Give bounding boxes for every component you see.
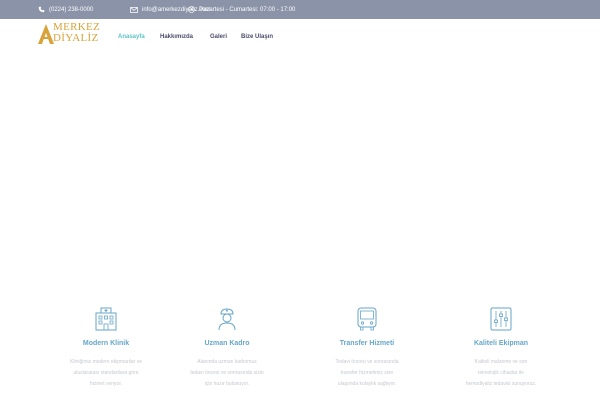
working-hours: Pazartesi - Cumartesi: 07:00 - 17:00 xyxy=(188,0,295,19)
phone-icon xyxy=(38,6,45,13)
feature-title: Modern Klinik xyxy=(82,340,130,347)
feature-description: Kaliteli malzeme ve son teknolojik cihaz… xyxy=(433,357,569,390)
top-info-bar: (0224) 238-0000 info@amerkezdiyaliz.com … xyxy=(0,0,600,19)
feature-desc-line: hemodiyaliz tedavisi sunuyoruz. xyxy=(465,381,537,387)
hours-text: Pazartesi - Cumartesi: 07:00 - 17:00 xyxy=(199,6,296,13)
phone-contact[interactable]: (0224) 238-0000 xyxy=(38,0,93,19)
feature-desc-line: Tedavi öncesi ve sonrasında xyxy=(335,359,399,365)
envelope-icon xyxy=(130,6,138,13)
phone-number: (0224) 238-0000 xyxy=(49,6,94,13)
feature-desc-line: uluslararası standartlara göre xyxy=(73,370,139,376)
nav-item-galeri[interactable]: Galeri xyxy=(210,34,227,40)
feature-desc-line: hizmet veriyor. xyxy=(89,381,123,387)
feature-desc-line: için hazır bulunuyor. xyxy=(204,381,250,387)
feature-description: Tedavi öncesi ve sonrasında transfer hiz… xyxy=(299,357,435,390)
feature-description: Alanında uzman kadromuz tedavi öncesi ve… xyxy=(159,357,295,390)
feature-title: Transfer Hizmeti xyxy=(339,340,395,347)
building-icon xyxy=(93,306,119,332)
feature-kaliteli-ekipman: Kaliteli Ekipman Kaliteli malzeme ve son… xyxy=(433,306,569,390)
feature-desc-line: Alanında uzman kadromuz xyxy=(197,359,257,365)
feature-title: Kaliteli Ekipman xyxy=(473,340,529,347)
feature-description: Kliniğimiz modern ekipmanlar ve uluslara… xyxy=(38,357,174,390)
nav-item-hakkimizda[interactable]: Hakkımızda xyxy=(160,34,193,40)
feature-desc-line: Kaliteli malzeme ve son xyxy=(474,359,528,365)
feature-transfer-hizmeti: Transfer Hizmeti Tedavi öncesi ve sonras… xyxy=(299,306,435,390)
feature-modern-klinik: Modern Klinik Kliniğimiz modern ekipmanl… xyxy=(38,306,174,390)
feature-desc-line: ulaşımda kolaylık sağlıyor. xyxy=(337,381,397,387)
feature-desc-line: teknolojik cihazlar ile xyxy=(478,370,524,376)
nav-item-bize-ulasin[interactable]: Bize Ulaşın xyxy=(241,34,273,40)
nurse-icon xyxy=(214,306,240,332)
hero-area xyxy=(0,57,600,295)
nav-item-anasayfa[interactable]: Anasayfa xyxy=(118,34,145,40)
feature-desc-line: Kliniğimiz modern ekipmanlar ve xyxy=(70,359,142,365)
logo-line-2: DİYALİZ xyxy=(53,32,99,44)
clock-icon xyxy=(188,6,195,13)
logo-text: MERKEZ DİYALİZ xyxy=(53,22,100,44)
feature-uzman-kadro: Uzman Kadro Alanında uzman kadromuz teda… xyxy=(159,306,295,390)
feature-desc-line: transfer hizmetimiz size xyxy=(340,370,394,376)
equalizer-icon xyxy=(488,306,514,332)
site-header: MERKEZ DİYALİZ Anasayfa Hakkımızda Galer… xyxy=(0,19,600,57)
feature-desc-line: tedavi öncesi ve sonrasında sizin xyxy=(190,370,264,376)
feature-title: Uzman Kadro xyxy=(204,340,250,347)
bus-icon xyxy=(354,306,380,332)
